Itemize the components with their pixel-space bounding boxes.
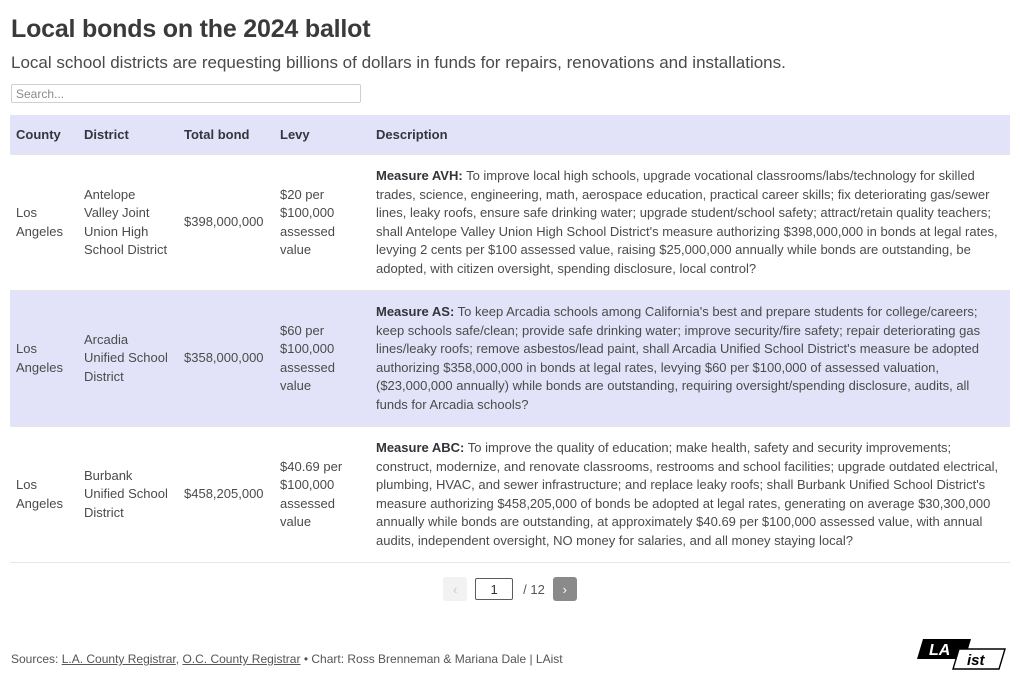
measure-text: To improve local high schools, upgrade v… <box>376 168 998 276</box>
page-subtitle: Local school districts are requesting bi… <box>11 53 786 72</box>
footer-credits: Sources: L.A. County Registrar, O.C. Cou… <box>11 651 563 667</box>
chart-credit: • Chart: Ross Brenneman & Mariana Dale |… <box>300 652 563 666</box>
cell-county: Los Angeles <box>10 426 78 563</box>
cell-total-bond: $358,000,000 <box>178 290 274 427</box>
measure-text: To improve the quality of education; mak… <box>376 440 999 548</box>
previous-page-button[interactable]: ‹ <box>443 577 468 601</box>
bonds-table: County District Total bond Levy Descript… <box>10 115 1010 563</box>
column-header-levy[interactable]: Levy <box>274 115 370 155</box>
cell-district: Burbank Unified School District <box>78 426 178 563</box>
column-header-description[interactable]: Description <box>370 115 1010 155</box>
cell-county: Los Angeles <box>10 154 78 291</box>
table-body: Los Angeles Antelope Valley Joint Union … <box>10 154 1010 563</box>
measure-text: To keep Arcadia schools among California… <box>376 304 981 412</box>
total-pages-label: / 12 <box>523 581 545 597</box>
column-header-county[interactable]: County <box>10 115 78 155</box>
next-page-button[interactable]: › <box>552 577 577 601</box>
cell-description: Measure AS: To keep Arcadia schools amon… <box>370 290 1010 427</box>
sources-prefix: Sources: <box>11 652 62 666</box>
search-input[interactable] <box>11 84 361 103</box>
table-row: Los Angeles Burbank Unified School Distr… <box>10 426 1010 563</box>
search-container <box>11 84 1010 103</box>
page-title: Local bonds on the 2024 ballot <box>11 15 371 43</box>
measure-label: Measure ABC: <box>376 440 465 455</box>
logo-text-ist: ist <box>967 652 986 669</box>
cell-levy: $40.69 per $100,000 assessed value <box>274 426 370 563</box>
column-header-total-bond[interactable]: Total bond <box>178 115 274 155</box>
cell-district: Antelope Valley Joint Union High School … <box>78 154 178 291</box>
table-header: County District Total bond Levy Descript… <box>10 115 1010 155</box>
table-row: Los Angeles Antelope Valley Joint Union … <box>10 154 1010 291</box>
cell-description: Measure AVH: To improve local high schoo… <box>370 154 1010 291</box>
cell-district: Arcadia Unified School District <box>78 290 178 427</box>
pagination: ‹ / 12 › <box>10 577 1010 601</box>
column-header-district[interactable]: District <box>78 115 178 155</box>
table-row: Los Angeles Arcadia Unified School Distr… <box>10 290 1010 427</box>
bond-table-page: Local bonds on the 2024 ballot Local sch… <box>0 14 1020 673</box>
cell-levy: $60 per $100,000 assessed value <box>274 290 370 427</box>
cell-county: Los Angeles <box>10 290 78 427</box>
measure-label: Measure AVH: <box>376 168 463 183</box>
table-header-row: County District Total bond Levy Descript… <box>10 115 1010 155</box>
source-link-la-county[interactable]: L.A. County Registrar <box>62 652 176 666</box>
cell-description: Measure ABC: To improve the quality of e… <box>370 426 1010 563</box>
cell-total-bond: $458,205,000 <box>178 426 274 563</box>
source-link-oc-county[interactable]: O.C. County Registrar <box>182 652 300 666</box>
cell-total-bond: $398,000,000 <box>178 154 274 291</box>
cell-levy: $20 per $100,000 assessed value <box>274 154 370 291</box>
logo-text-la: LA <box>929 642 950 659</box>
laist-logo: LA ist <box>917 639 1006 670</box>
measure-label: Measure AS: <box>376 304 455 319</box>
page-number-input[interactable] <box>475 578 514 600</box>
